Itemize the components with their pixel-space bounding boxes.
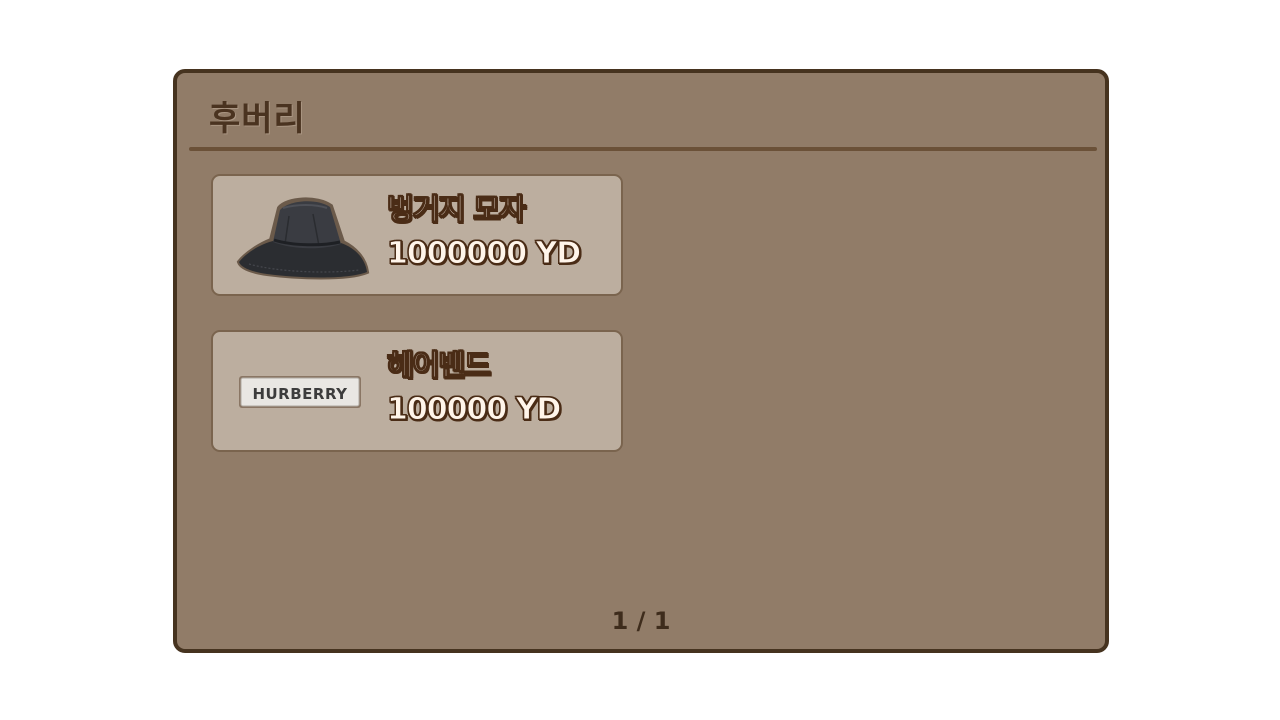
item-name: 벙거지 모자 (387, 192, 526, 227)
item-price: 1000000 YD (386, 236, 581, 272)
title-divider (189, 147, 1097, 151)
item-card-bucket-hat[interactable]: 벙거지 모자 1000000 YD (211, 174, 623, 296)
shop-panel: 후버리 벙거지 모자 1000000 YD HURBERRY 헤어밴드 1000… (173, 69, 1109, 653)
headband-icon: HURBERRY (239, 376, 361, 408)
item-card-headband[interactable]: HURBERRY 헤어밴드 100000 YD (211, 330, 623, 452)
headband-brand-text: HURBERRY (252, 385, 348, 403)
shop-title: 후버리 (209, 99, 306, 139)
page-indicator: 1 / 1 (611, 607, 671, 635)
item-price: 100000 YD (386, 392, 561, 428)
bucket-hat-icon (236, 197, 370, 280)
item-list: 벙거지 모자 1000000 YD HURBERRY 헤어밴드 100000 Y… (211, 174, 623, 486)
item-name: 헤어밴드 (387, 348, 492, 383)
